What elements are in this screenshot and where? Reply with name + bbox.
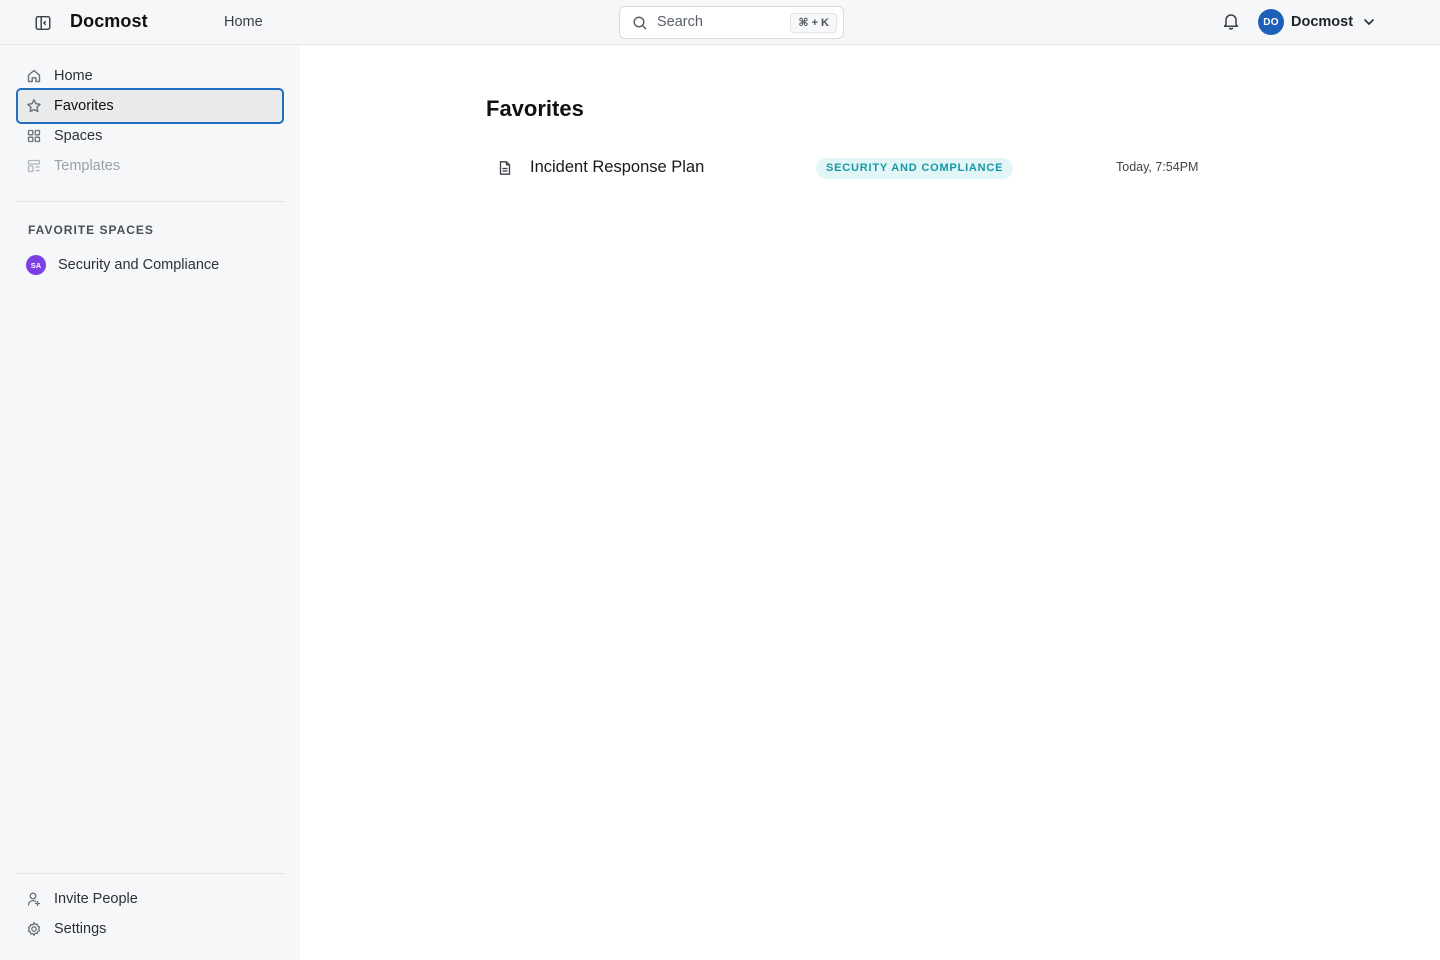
avatar: DO bbox=[1258, 9, 1284, 35]
sidebar-item-label: Invite People bbox=[54, 891, 138, 907]
search-shortcut-badge: ⌘ + K bbox=[790, 13, 837, 33]
grid-icon bbox=[27, 129, 41, 143]
favorite-spaces-heading: FAVORITE SPACES bbox=[28, 223, 154, 237]
top-header: Docmost Home Search ⌘ + K DO Docmost bbox=[0, 0, 1440, 45]
app-logo[interactable]: Docmost bbox=[70, 11, 148, 32]
space-avatar: SA bbox=[26, 255, 46, 275]
user-name: Docmost bbox=[1291, 14, 1354, 30]
notifications-bell-icon[interactable] bbox=[1221, 11, 1241, 31]
user-plus-icon bbox=[27, 892, 41, 907]
star-icon bbox=[27, 99, 41, 113]
user-menu[interactable]: DO Docmost bbox=[1258, 8, 1376, 36]
sidebar-item-label: Favorites bbox=[54, 98, 114, 114]
settings-button[interactable]: Settings bbox=[16, 914, 284, 944]
favorite-page-title[interactable]: Incident Response Plan bbox=[530, 158, 704, 177]
favorite-page-row[interactable]: Incident Response Plan SECURITY AND COMP… bbox=[486, 150, 1216, 186]
sidebar-item-spaces[interactable]: Spaces bbox=[16, 121, 284, 151]
sidebar-item-templates[interactable]: Templates bbox=[16, 151, 284, 181]
sidebar-toggle-icon[interactable] bbox=[32, 12, 54, 34]
gear-icon bbox=[27, 921, 41, 937]
sidebar: Home Favorites Spaces Templates FAVORITE… bbox=[0, 45, 300, 960]
sidebar-divider bbox=[16, 201, 284, 202]
home-icon bbox=[27, 69, 41, 83]
sidebar-item-label: Spaces bbox=[54, 128, 103, 144]
sidebar-item-favorites[interactable]: Favorites bbox=[16, 88, 284, 124]
search-icon bbox=[633, 16, 647, 30]
sidebar-item-label: Settings bbox=[54, 921, 107, 937]
header-home-link[interactable]: Home bbox=[224, 14, 263, 30]
favorite-date: Today, 7:54PM bbox=[1116, 160, 1199, 174]
page-title: Favorites bbox=[486, 96, 584, 121]
sidebar-item-label: Templates bbox=[54, 158, 121, 174]
sidebar-item-home[interactable]: Home bbox=[16, 61, 284, 91]
template-icon bbox=[27, 159, 41, 173]
sidebar-item-label: Home bbox=[54, 68, 93, 84]
invite-people-button[interactable]: Invite People bbox=[16, 884, 284, 914]
space-badge[interactable]: SECURITY AND COMPLIANCE bbox=[816, 158, 1014, 179]
chevron-down-icon bbox=[1364, 19, 1374, 25]
search-bar[interactable]: Search ⌘ + K bbox=[619, 6, 844, 39]
document-icon bbox=[499, 161, 511, 175]
favorite-space-label: Security and Compliance bbox=[58, 257, 220, 273]
sidebar-footer-divider bbox=[16, 873, 284, 874]
favorite-space-item[interactable]: SA Security and Compliance bbox=[16, 250, 284, 280]
search-placeholder: Search bbox=[657, 14, 703, 30]
